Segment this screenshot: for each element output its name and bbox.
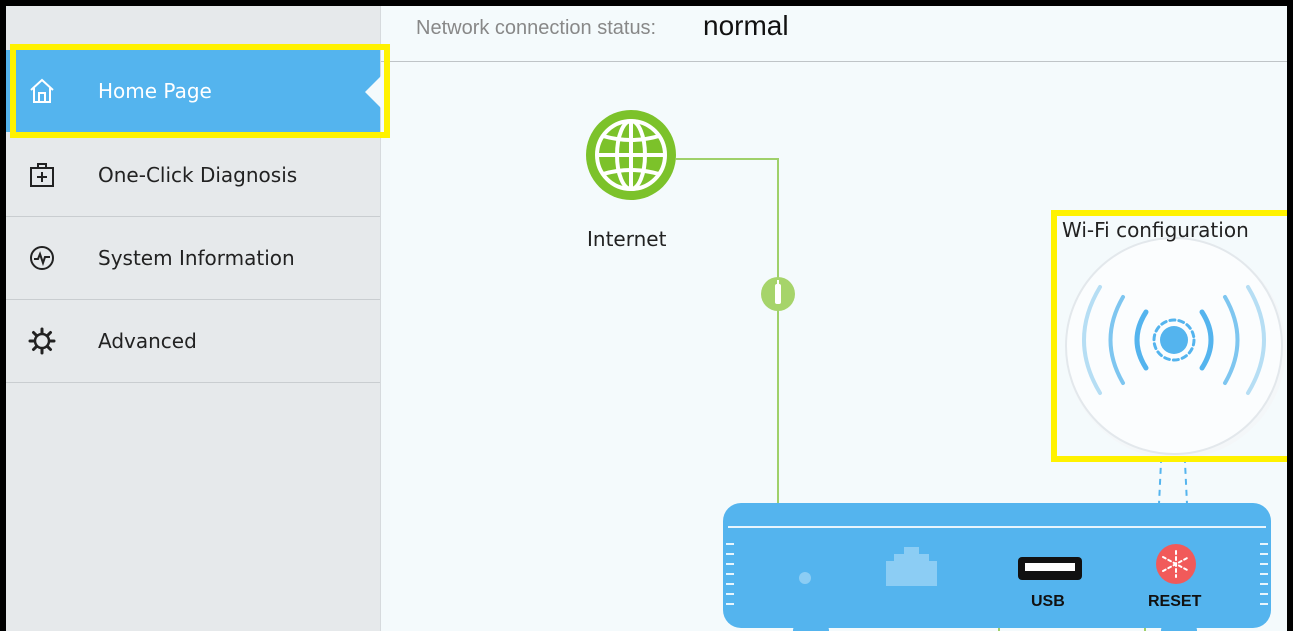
internet-label: Internet (587, 227, 667, 251)
usb-port-icon (1018, 557, 1082, 580)
internet-cable (676, 158, 779, 526)
reset-button[interactable] (1156, 544, 1196, 584)
cable-plug-icon (761, 277, 795, 311)
wifi-configuration-label: Wi-Fi configuration (1062, 218, 1249, 242)
power-port-icon (799, 572, 811, 584)
wifi-configuration-button[interactable] (1065, 237, 1286, 459)
globe-icon[interactable] (586, 110, 676, 200)
app-window: Home Page One-Click Diagnosis System Inf (0, 0, 1293, 631)
usb-label: USB (1031, 593, 1065, 610)
network-diagram (586, 110, 1286, 631)
reset-label: RESET (1148, 593, 1202, 610)
